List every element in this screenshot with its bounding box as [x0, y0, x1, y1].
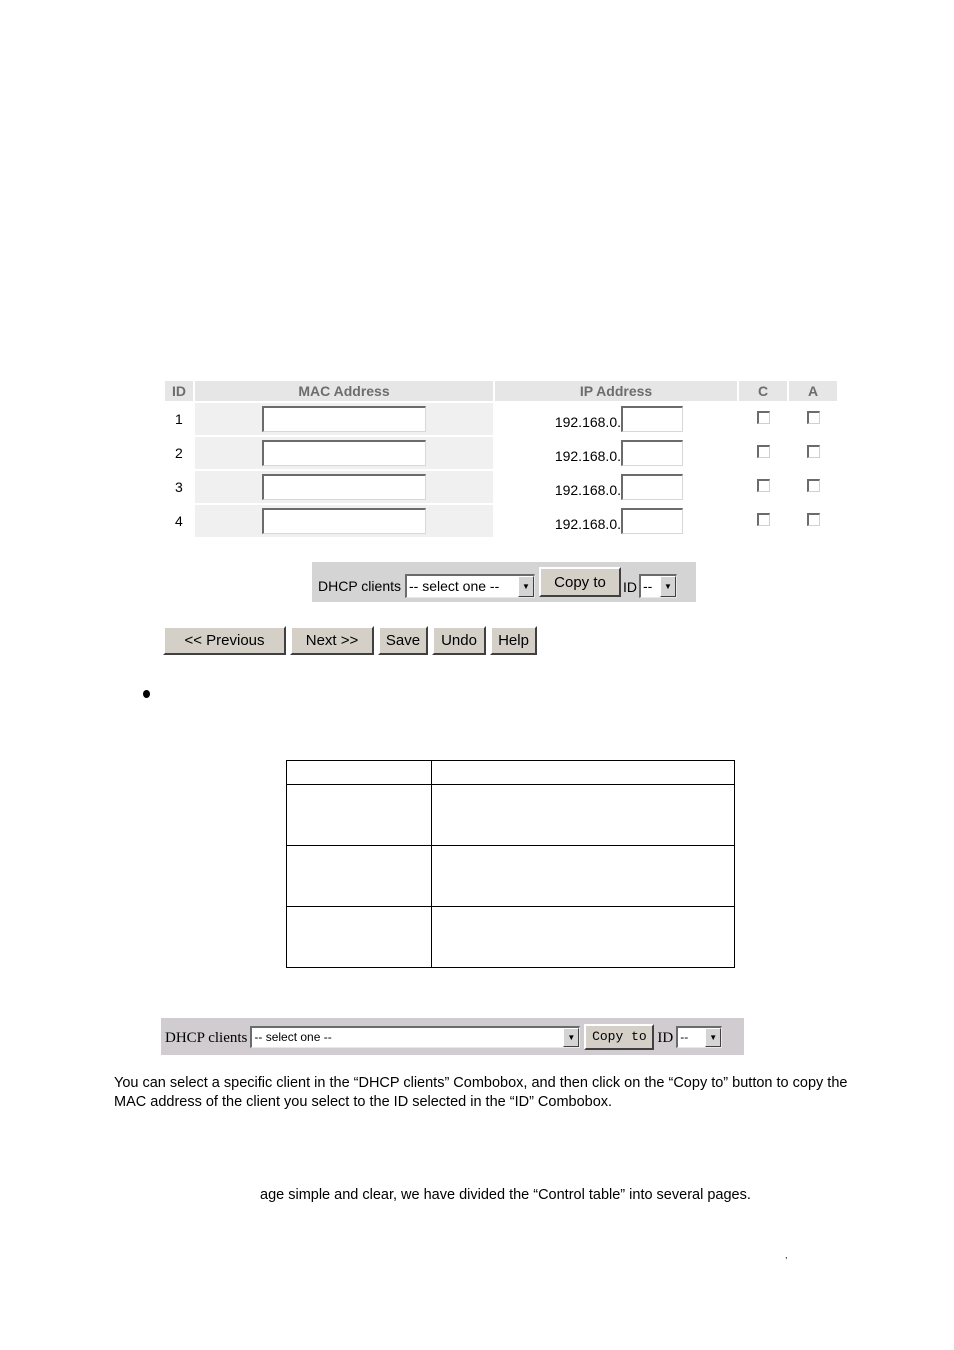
header-mac-address: MAC Address: [195, 381, 493, 401]
a-checkbox[interactable]: [806, 411, 820, 424]
dhcp-clients-bar-zoomed: DHCP clients -- select one -- ▼ Copy to …: [161, 1018, 744, 1055]
dhcp-clients-value: -- select one --: [254, 1029, 332, 1044]
copy-to-button[interactable]: Copy to: [584, 1023, 655, 1050]
chevron-down-icon[interactable]: ▼: [705, 1027, 722, 1047]
stray-mark: ,: [785, 1250, 788, 1260]
id-select-value: --: [643, 578, 653, 594]
previous-button[interactable]: << Previous: [163, 626, 286, 655]
chevron-down-icon[interactable]: ▼: [660, 576, 676, 597]
bullet-icon: [143, 690, 150, 698]
row-id: 1: [165, 403, 193, 435]
table-row: [286, 906, 735, 968]
mac-address-input[interactable]: [262, 474, 426, 500]
header-id: ID: [165, 381, 193, 401]
table-row: 1 192.168.0.: [165, 403, 837, 435]
dhcp-clients-label: DHCP clients: [318, 578, 401, 594]
description-table: [286, 760, 735, 968]
control-table: ID MAC Address IP Address C A 1 192.168.…: [163, 379, 839, 539]
chevron-down-icon[interactable]: ▼: [518, 576, 534, 597]
dhcp-clients-value: -- select one --: [409, 578, 500, 594]
table-row: [286, 760, 735, 785]
ip-suffix-input[interactable]: [621, 474, 683, 500]
header-a: A: [789, 381, 837, 401]
copy-to-button[interactable]: Copy to: [539, 567, 621, 597]
ip-prefix: 192.168.0.: [554, 448, 621, 464]
ip-suffix-input[interactable]: [621, 406, 683, 432]
row-id: 4: [165, 505, 193, 537]
table-row: 4 192.168.0.: [165, 505, 837, 537]
table-row: 3 192.168.0.: [165, 471, 837, 503]
row-id: 2: [165, 437, 193, 469]
ip-prefix: 192.168.0.: [554, 414, 621, 430]
control-table-header: ID MAC Address IP Address C A: [165, 381, 837, 401]
ip-prefix: 192.168.0.: [554, 516, 621, 532]
ip-suffix-input[interactable]: [621, 508, 683, 534]
id-select[interactable]: -- ▼: [639, 574, 677, 598]
a-checkbox[interactable]: [806, 479, 820, 492]
c-checkbox[interactable]: [756, 445, 770, 458]
dhcp-clients-select[interactable]: -- select one -- ▼: [405, 574, 535, 598]
id-select-value: --: [680, 1029, 689, 1044]
next-button[interactable]: Next >>: [290, 626, 374, 655]
undo-button[interactable]: Undo: [432, 626, 486, 655]
ip-suffix-input[interactable]: [621, 440, 683, 466]
header-c: C: [739, 381, 787, 401]
dhcp-clients-select[interactable]: -- select one -- ▼: [250, 1025, 581, 1048]
id-select[interactable]: -- ▼: [676, 1025, 723, 1048]
c-checkbox[interactable]: [756, 513, 770, 526]
pages-paragraph: age simple and clear, we have divided th…: [260, 1186, 751, 1203]
c-checkbox[interactable]: [756, 411, 770, 424]
a-checkbox[interactable]: [806, 445, 820, 458]
mac-address-input[interactable]: [262, 440, 426, 466]
mac-address-input[interactable]: [262, 406, 426, 432]
ip-prefix: 192.168.0.: [554, 482, 621, 498]
instruction-paragraph: You can select a specific client in the …: [114, 1074, 848, 1110]
save-button[interactable]: Save: [378, 626, 428, 655]
c-checkbox[interactable]: [756, 479, 770, 492]
table-row: [286, 845, 735, 907]
id-label: ID: [623, 579, 637, 595]
help-button[interactable]: Help: [490, 626, 537, 655]
mac-address-input[interactable]: [262, 508, 426, 534]
id-label: ID: [657, 1029, 674, 1046]
dhcp-clients-bar: DHCP clients -- select one -- ▼ Copy to …: [312, 562, 696, 602]
chevron-down-icon[interactable]: ▼: [563, 1027, 580, 1047]
table-row: 2 192.168.0.: [165, 437, 837, 469]
header-ip-address: IP Address: [495, 381, 737, 401]
table-row: [286, 784, 735, 846]
row-id: 3: [165, 471, 193, 503]
a-checkbox[interactable]: [806, 513, 820, 526]
nav-button-bar: << Previous Next >> Save Undo Help: [163, 626, 537, 655]
dhcp-clients-label: DHCP clients: [165, 1029, 248, 1046]
